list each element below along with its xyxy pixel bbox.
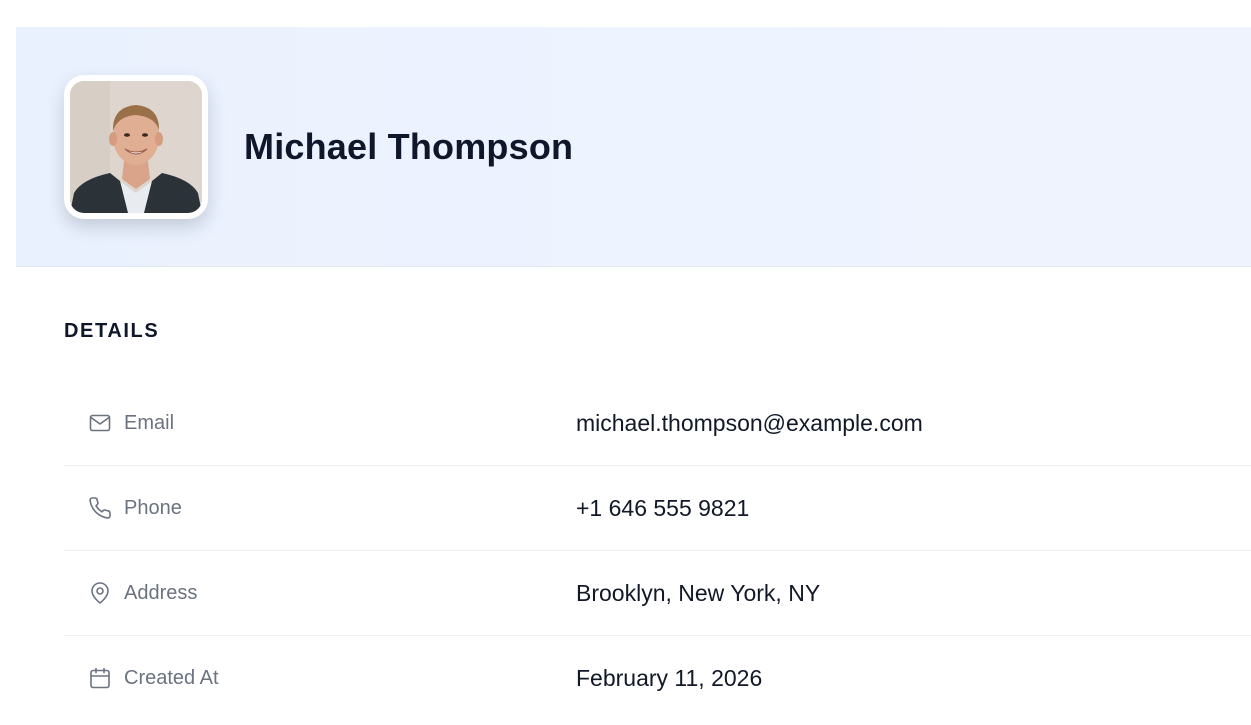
- profile-header: Michael Thompson: [16, 27, 1251, 267]
- detail-value-email[interactable]: michael.thompson@example.com: [576, 381, 923, 465]
- calendar-icon: [88, 666, 112, 690]
- detail-label-created-at: Created At: [124, 666, 219, 689]
- details-list: Email michael.thompson@example.com Phone…: [64, 381, 1251, 720]
- phone-icon: [88, 496, 112, 520]
- profile-name: Michael Thompson: [244, 126, 574, 167]
- detail-row-created-at: Created At February 11, 2026: [64, 636, 1251, 720]
- avatar: [70, 81, 202, 213]
- detail-label-email: Email: [124, 411, 175, 434]
- profile-card: Michael Thompson DETAILS Email michael.t…: [16, 27, 1251, 725]
- avatar-frame: [64, 75, 208, 219]
- detail-row-phone: Phone +1 646 555 9821: [64, 466, 1251, 551]
- detail-row-email: Email michael.thompson@example.com: [64, 381, 1251, 466]
- detail-label-phone: Phone: [124, 496, 182, 519]
- detail-value-address: Brooklyn, New York, NY: [576, 580, 821, 606]
- detail-row-address: Address Brooklyn, New York, NY: [64, 551, 1251, 636]
- detail-label-address: Address: [124, 581, 198, 604]
- detail-value-created-at: February 11, 2026: [576, 665, 763, 691]
- detail-value-phone[interactable]: +1 646 555 9821: [576, 466, 749, 550]
- details-section-title: DETAILS: [64, 320, 160, 342]
- avatar-image: [70, 81, 202, 213]
- map-pin-icon: [88, 581, 112, 605]
- mail-icon: [88, 411, 112, 435]
